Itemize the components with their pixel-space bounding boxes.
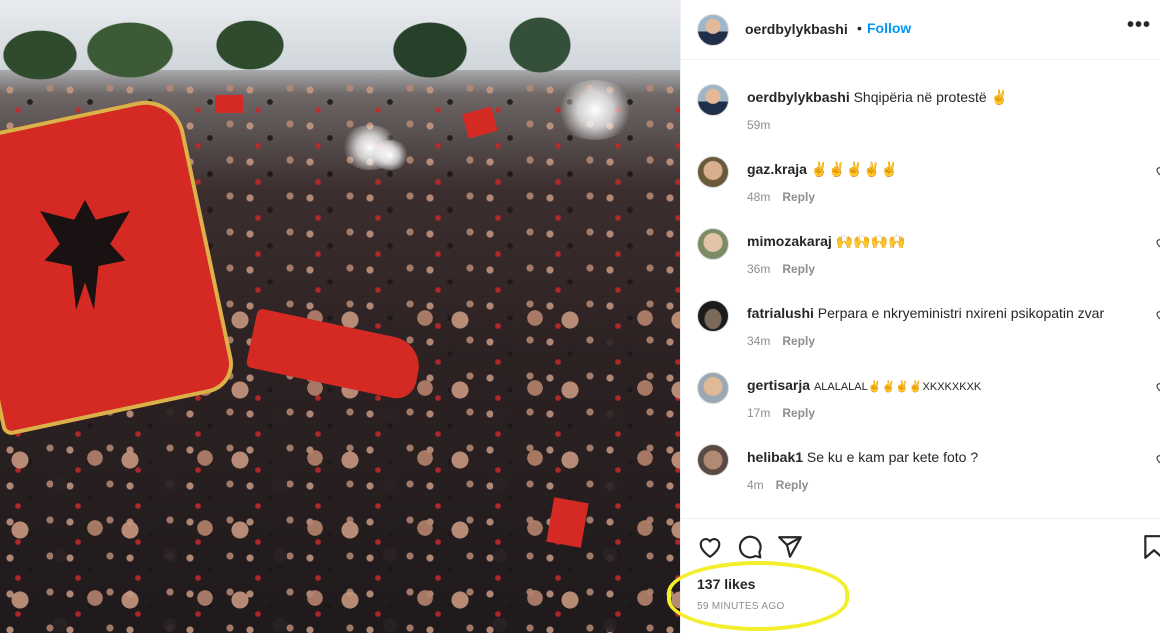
separator-dot: •	[857, 20, 862, 36]
caption-time: 59m	[747, 118, 771, 132]
post-actions: 137 likes 59 MINUTES AGO	[681, 518, 1160, 633]
photo-stage-light	[555, 80, 635, 140]
reply-button[interactable]: Reply	[782, 406, 815, 420]
comment-username[interactable]: fatrialushi	[747, 305, 814, 321]
comment-line: helibak1 Se ku e kam par kete foto ?	[747, 448, 1147, 466]
caption-username[interactable]: oerdbylykbashi	[747, 89, 850, 105]
author-username[interactable]: oerdbylykbashi	[745, 21, 848, 37]
comment-time: 34m	[747, 334, 771, 348]
heart-icon[interactable]	[697, 534, 723, 560]
comment-time: 4m	[747, 478, 764, 492]
comment-like-icon[interactable]	[1155, 452, 1160, 464]
photo-small-flag	[215, 95, 243, 113]
post-header: oerdbylykbashi • Follow •••	[681, 0, 1160, 60]
comment-text: 🙌🙌🙌🙌	[835, 233, 906, 249]
comment-time: 17m	[747, 406, 771, 420]
comment-line: gertisarja ALALALAL✌✌✌✌XKXKXKXK	[747, 376, 1147, 396]
comment-text: Perpara e nkryeministri nxireni psikopat…	[817, 305, 1105, 321]
reply-button[interactable]: Reply	[782, 334, 815, 348]
comment-meta: 36m Reply	[747, 262, 815, 276]
comment-meta: 34m Reply	[747, 334, 815, 348]
comment-line: gaz.kraja ✌✌✌✌✌	[747, 160, 1147, 178]
commenter-avatar[interactable]	[697, 372, 729, 404]
photo-stage-light	[370, 140, 410, 170]
comment-meta: 17m Reply	[747, 406, 815, 420]
post-caption: oerdbylykbashi Shqipëria në protestë ✌ 5…	[697, 84, 1160, 156]
comment-line: fatrialushi Perpara e nkryeministri nxir…	[747, 304, 1147, 322]
bookmark-icon[interactable]	[1141, 534, 1160, 560]
author-avatar[interactable]	[697, 84, 729, 116]
comment-time: 48m	[747, 190, 771, 204]
commenter-avatar[interactable]	[697, 300, 729, 332]
more-options-icon[interactable]: •••	[1127, 14, 1151, 37]
comment-item: fatrialushi Perpara e nkryeministri nxir…	[697, 300, 1160, 372]
post-timestamp: 59 MINUTES AGO	[697, 601, 785, 612]
comment-username[interactable]: gaz.kraja	[747, 161, 807, 177]
post-photo[interactable]	[0, 0, 680, 633]
share-icon[interactable]	[777, 534, 803, 560]
comment-item: gertisarja ALALALAL✌✌✌✌XKXKXKXK 17m Reply	[697, 372, 1160, 444]
likes-count[interactable]: 137 likes	[697, 576, 755, 592]
comment-username[interactable]: gertisarja	[747, 377, 810, 393]
comment-line: mimozakaraj 🙌🙌🙌🙌	[747, 232, 1147, 250]
comment-item: gaz.kraja ✌✌✌✌✌ 48m Reply	[697, 156, 1160, 228]
comment-meta: 4m Reply	[747, 478, 808, 492]
comment-icon[interactable]	[737, 534, 763, 560]
comment-time: 36m	[747, 262, 771, 276]
commenter-avatar[interactable]	[697, 444, 729, 476]
comment-like-icon[interactable]	[1155, 164, 1160, 176]
comment-item: helibak1 Se ku e kam par kete foto ? 4m R…	[697, 444, 1160, 516]
author-avatar[interactable]	[697, 14, 729, 46]
comment-text: Se ku e kam par kete foto ?	[806, 449, 979, 465]
comment-text: ALALALAL✌✌✌✌XKXKXKXK	[813, 381, 982, 393]
comment-item: mimozakaraj 🙌🙌🙌🙌 36m Reply	[697, 228, 1160, 300]
comment-like-icon[interactable]	[1155, 380, 1160, 392]
comment-text: ✌✌✌✌✌	[810, 161, 898, 177]
caption-line: oerdbylykbashi Shqipëria në protestë ✌	[747, 88, 1147, 106]
reply-button[interactable]: Reply	[782, 262, 815, 276]
follow-button[interactable]: Follow	[867, 20, 911, 36]
comment-meta: 48m Reply	[747, 190, 815, 204]
commenter-avatar[interactable]	[697, 156, 729, 188]
comment-username[interactable]: helibak1	[747, 449, 803, 465]
commenter-avatar[interactable]	[697, 228, 729, 260]
comment-like-icon[interactable]	[1155, 236, 1160, 248]
caption-text: Shqipëria në protestë ✌	[853, 89, 1009, 105]
reply-button[interactable]: Reply	[782, 190, 815, 204]
caption-meta: 59m	[747, 118, 770, 132]
reply-button[interactable]: Reply	[776, 478, 809, 492]
comment-like-icon[interactable]	[1155, 308, 1160, 320]
post-panel: oerdbylykbashi • Follow ••• oerdbylykbas…	[680, 0, 1160, 633]
comment-username[interactable]: mimozakaraj	[747, 233, 832, 249]
comments-list[interactable]: oerdbylykbashi Shqipëria në protestë ✌ 5…	[681, 60, 1160, 518]
